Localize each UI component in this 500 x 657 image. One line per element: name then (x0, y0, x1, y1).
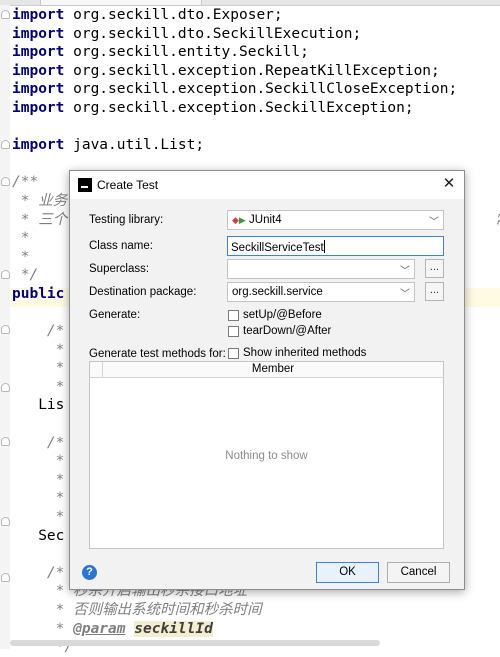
superclass-combo[interactable]: ﹀ (227, 259, 415, 279)
editor-gutter (0, 5, 10, 649)
code-line[interactable]: import org.seckill.exception.RepeatKillE… (12, 62, 500, 81)
chevron-down-icon: ﹀ (429, 217, 439, 228)
fold-icon[interactable] (1, 383, 10, 392)
destination-package-value: org.seckill.service (232, 286, 323, 298)
code-token: * (12, 509, 65, 526)
code-token: org.seckill.dto.SeckillExecution; (64, 25, 362, 42)
member-table[interactable]: Member Nothing to show (89, 361, 444, 549)
code-line[interactable]: import org.seckill.dto.Exposer; (12, 6, 500, 25)
fold-icon[interactable] (1, 437, 10, 446)
code-token: import (12, 137, 65, 154)
code-line[interactable]: import org.seckill.entity.Seckill; (12, 43, 500, 62)
dialog-titlebar: Create Test ✕ (70, 171, 464, 199)
code-line[interactable]: import org.seckill.exception.SeckillClos… (12, 80, 500, 99)
methods-label: Generate test methods for: (89, 348, 226, 360)
chevron-down-icon: ﹀ (400, 289, 410, 300)
show-inherited-label[interactable]: Show inherited methods (243, 347, 366, 359)
fold-icon[interactable] (1, 270, 10, 279)
code-token: */ (12, 267, 39, 284)
class-name-value: SeckillServiceTest (231, 242, 324, 254)
class-name-input[interactable]: SeckillServiceTest (227, 236, 444, 256)
setup-checkbox[interactable] (228, 310, 239, 321)
code-token: import (12, 62, 65, 79)
close-icon[interactable]: ✕ (440, 175, 458, 193)
code-token: import (12, 99, 65, 116)
code-token: * (12, 360, 65, 377)
fold-icon[interactable] (1, 140, 10, 149)
member-table-header: Member (90, 362, 443, 378)
fold-icon[interactable] (1, 573, 10, 582)
fold-icon[interactable] (1, 10, 10, 19)
code-token: Sec (12, 527, 65, 544)
code-token: * (12, 453, 65, 470)
junit-icon: ◆ (232, 215, 239, 225)
code-token: import (12, 7, 65, 23)
code-token: /* (12, 564, 65, 581)
code-token: * 业务 (12, 192, 68, 209)
intellij-app-icon (78, 178, 92, 192)
teardown-checkbox[interactable] (228, 326, 239, 337)
show-inherited-checkbox[interactable] (228, 348, 239, 359)
code-token: /* (12, 434, 65, 451)
cancel-button[interactable]: Cancel (387, 562, 450, 583)
ok-button[interactable]: OK (316, 562, 379, 583)
code-token: import (12, 44, 65, 61)
code-line[interactable]: import org.seckill.exception.SeckillExce… (12, 99, 500, 118)
code-line[interactable] (12, 118, 500, 137)
code-line[interactable]: * @param seckillId (12, 620, 500, 639)
code-token: * 三个 (12, 211, 68, 228)
code-token: java.util.List; (64, 137, 205, 154)
code-token: * (12, 620, 74, 637)
code-token: @param (73, 620, 126, 637)
class-name-label: Class name: (89, 240, 153, 252)
code-token: * 否则输出系统时间和秒杀时间 (12, 602, 262, 618)
code-token: * (12, 378, 65, 395)
testing-library-label: Testing library: (89, 214, 164, 226)
code-token: org.seckill.exception.SeckillException; (64, 99, 414, 116)
member-column-header[interactable]: Member (103, 363, 443, 375)
code-token: * (12, 490, 65, 507)
code-token: * (12, 230, 30, 247)
code-line[interactable]: * 否则输出系统时间和秒杀时间 (12, 601, 500, 620)
checkbox-column-header (90, 362, 103, 377)
code-token: seckillId (134, 620, 213, 637)
generate-label: Generate: (89, 309, 141, 321)
dialog-title: Create Test (97, 178, 159, 192)
code-token: org.seckill.exception.SeckillCloseExcept… (64, 81, 458, 98)
fold-icon[interactable] (1, 325, 10, 334)
code-token: org.seckill.dto.Exposer; (64, 7, 283, 23)
code-token: public (12, 285, 65, 302)
testing-library-select[interactable]: ◆▶ JUnit4 ﹀ (227, 210, 444, 230)
setup-label[interactable]: setUp/@Before (243, 309, 322, 321)
horizontal-scrollbar[interactable] (10, 640, 380, 646)
destination-package-label: Destination package: (89, 286, 197, 298)
code-token: Lis (12, 397, 65, 414)
code-line[interactable]: import java.util.List; (12, 136, 500, 155)
superclass-browse-button[interactable]: ... (425, 259, 444, 278)
empty-state-text: Nothing to show (225, 450, 308, 462)
help-icon[interactable]: ? (82, 565, 97, 580)
code-token: * (12, 341, 65, 358)
destination-package-combo[interactable]: org.seckill.service ﹀ (227, 282, 415, 302)
code-token: * (12, 471, 65, 488)
code-token: /** (12, 174, 39, 191)
testing-library-value: JUnit4 (249, 214, 282, 226)
code-token: org.seckill.entity.Seckill; (64, 44, 309, 61)
superclass-label: Superclass: (89, 263, 150, 275)
code-line[interactable]: import org.seckill.dto.SeckillExecution; (12, 25, 500, 44)
code-token: * (12, 248, 30, 265)
code-token: org.seckill.exception.RepeatKillExceptio… (64, 62, 440, 79)
code-token: import (12, 81, 65, 98)
fold-icon[interactable] (1, 177, 10, 186)
chevron-down-icon: ﹀ (400, 266, 410, 277)
fold-icon[interactable] (1, 517, 10, 526)
destination-browse-button[interactable]: ... (425, 282, 444, 301)
code-token: /* (12, 323, 65, 340)
code-token: import (12, 25, 65, 42)
create-test-dialog: Create Test ✕ Testing library: ◆▶ JUnit4… (69, 170, 465, 590)
teardown-label[interactable]: tearDown/@After (243, 325, 331, 337)
